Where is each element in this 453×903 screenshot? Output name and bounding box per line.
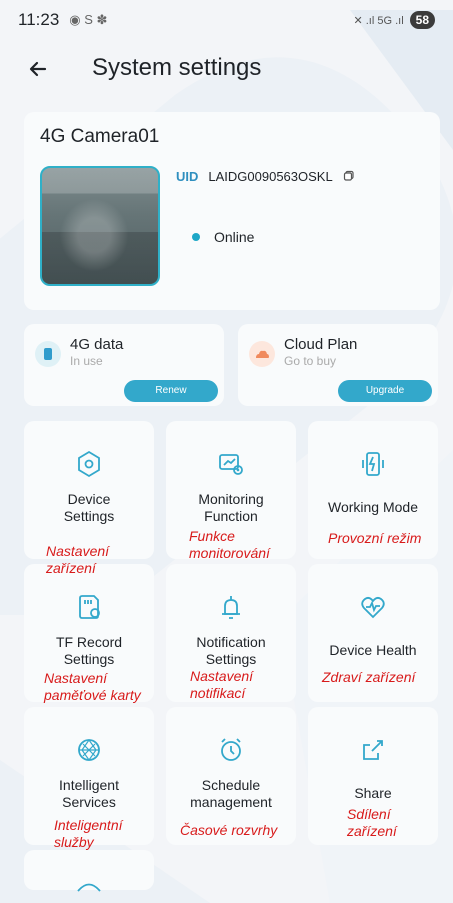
- partial-icon: [77, 883, 101, 892]
- page-title: System settings: [92, 54, 262, 81]
- share-icon: [363, 740, 383, 760]
- alarm-clock-icon: [221, 738, 241, 761]
- data-card[interactable]: 4G data In use Renew: [24, 324, 224, 406]
- intelligent-services-label: Intelligent Services: [59, 777, 119, 810]
- heart-icon: [361, 596, 385, 619]
- sim-card-icon: [35, 341, 61, 367]
- schedule-management-label: Schedule management: [190, 777, 272, 810]
- back-arrow-icon[interactable]: [24, 54, 54, 84]
- status-extra: ◉ S ✽: [69, 12, 108, 27]
- working-mode-icon: [362, 452, 384, 476]
- working-mode-label: Working Mode: [327, 499, 418, 515]
- device-status-row: Online: [176, 220, 396, 254]
- copy-icon[interactable]: [343, 170, 355, 182]
- cloud-plan-title: Cloud Plan: [284, 336, 358, 353]
- online-indicator-icon: [192, 233, 200, 241]
- annotation-device-health: Zdraví zařízení: [322, 669, 416, 685]
- upgrade-button[interactable]: Upgrade: [338, 380, 432, 402]
- annotation-share: Sdílení zařízení: [347, 806, 397, 839]
- annotation-monitoring-function: Funkce monitorování: [189, 528, 270, 561]
- data-card-subtitle: In use: [70, 354, 103, 368]
- monitoring-icon: [219, 454, 243, 475]
- uid-value: LAIDG0090563OSKL: [208, 168, 333, 184]
- battery-badge: 58: [409, 11, 435, 29]
- bell-icon: [222, 596, 240, 619]
- page-header: System settings: [0, 46, 453, 90]
- status-bar: 11:23 ◉ S ✽ ✕ .ıl 5G .ıl 58: [0, 0, 453, 40]
- data-card-title: 4G data: [70, 336, 124, 353]
- uid-label: UID: [176, 168, 199, 184]
- status-signals: ✕ .ıl 5G .ıl: [353, 14, 404, 27]
- status-time: 11:23: [18, 10, 60, 29]
- annotation-notification-settings: Nastavení notifikací: [190, 668, 254, 701]
- sd-card-icon: [79, 595, 100, 619]
- renew-button[interactable]: Renew: [124, 380, 218, 402]
- annotation-schedule-management: Časové rozvrhy: [180, 822, 278, 838]
- cloud-plan-card[interactable]: Cloud Plan Go to buy Upgrade: [238, 324, 438, 406]
- hexagon-icon: [78, 450, 100, 478]
- uid-row: UID LAIDG0090563OSKL: [176, 160, 396, 192]
- device-health-label: Device Health: [329, 642, 417, 658]
- annotation-tf-record-settings: Nastavení paměťové karty: [44, 670, 141, 703]
- cloud-icon: [249, 341, 275, 367]
- device-name: 4G Camera01: [40, 126, 160, 147]
- device-status-text: Online: [214, 229, 255, 245]
- annotation-working-mode: Provozní režim: [328, 530, 422, 546]
- monitoring-function-label: Monitoring Function: [198, 491, 264, 524]
- share-label: Share: [354, 785, 392, 801]
- device-settings-label: Device Settings: [63, 491, 115, 524]
- tf-record-settings-label: TF Record Settings: [55, 634, 123, 667]
- partial-tile[interactable]: [24, 850, 154, 892]
- cloud-plan-subtitle: Go to buy: [284, 354, 337, 368]
- annotation-intelligent-services: Inteligentní služby: [54, 817, 123, 850]
- annotation-device-settings: Nastavení zařízení: [46, 543, 110, 576]
- device-card: 4G Camera01 UID LAIDG0090563OSKL Online: [24, 112, 440, 310]
- device-settings-tile[interactable]: Device Settings: [24, 421, 154, 559]
- globe-icon: [78, 738, 100, 762]
- camera-preview[interactable]: [40, 166, 160, 286]
- notification-settings-label: Notification Settings: [196, 634, 266, 667]
